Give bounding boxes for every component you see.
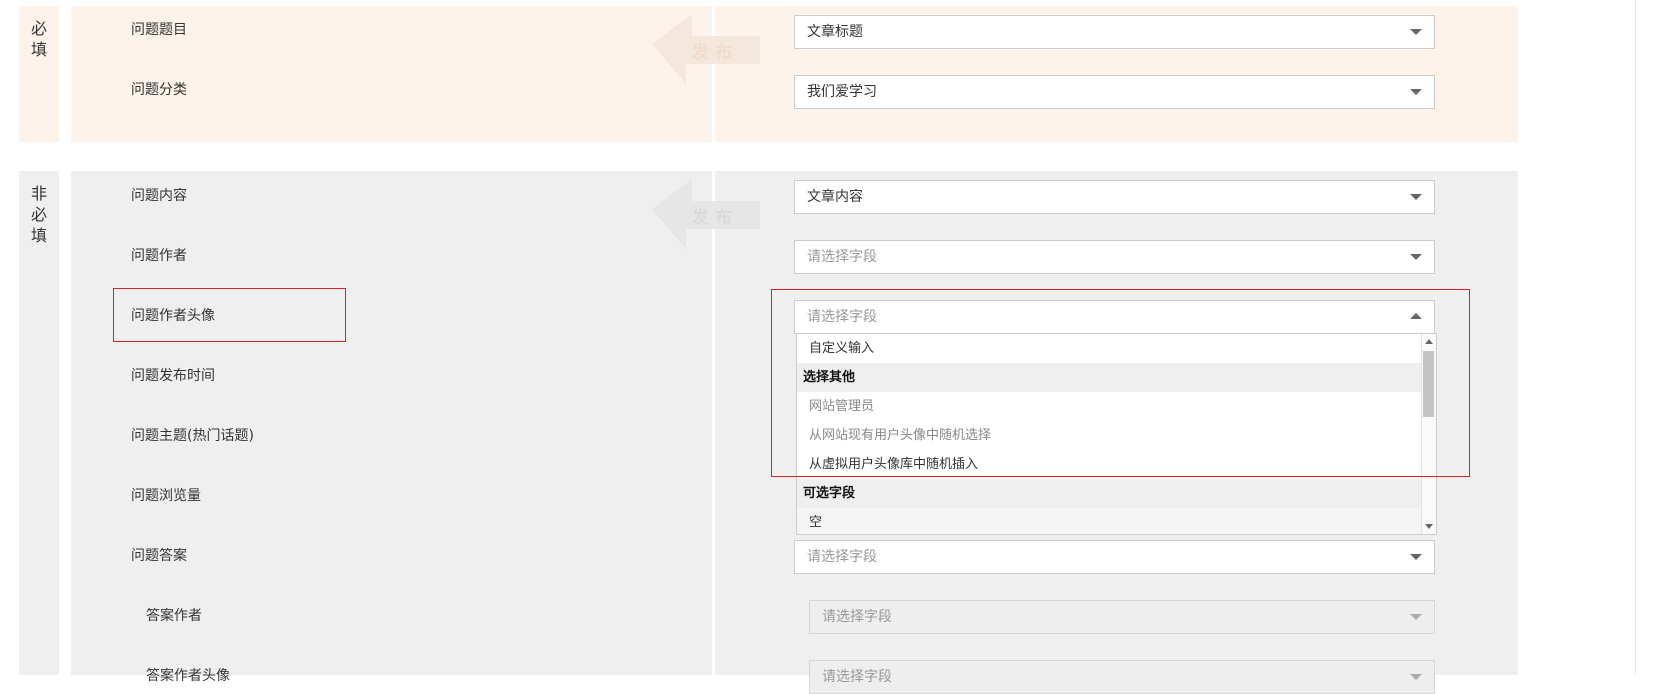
required-section-label: 必 填 bbox=[30, 19, 47, 59]
scroll-down-icon[interactable] bbox=[1425, 524, 1433, 529]
author-label: 问题作者 bbox=[131, 248, 187, 264]
chevron-up-icon bbox=[1410, 313, 1422, 319]
topic-label: 问题主题(热门话题) bbox=[131, 428, 254, 444]
title-select[interactable]: 文章标题 bbox=[794, 15, 1435, 49]
answer-author-select[interactable]: 请选择字段 bbox=[809, 600, 1435, 634]
content-select[interactable]: 文章内容 bbox=[794, 180, 1435, 214]
author-select[interactable]: 请选择字段 bbox=[794, 240, 1435, 274]
author-select-placeholder: 请选择字段 bbox=[807, 249, 877, 265]
chevron-down-icon bbox=[1410, 29, 1422, 35]
scroll-up-icon[interactable] bbox=[1425, 339, 1433, 344]
scrollbar-thumb[interactable] bbox=[1423, 351, 1434, 417]
publish-watermark: 发布 bbox=[652, 179, 762, 259]
author-avatar-label: 问题作者头像 bbox=[131, 308, 215, 324]
publish-time-label: 问题发布时间 bbox=[131, 368, 215, 384]
chevron-down-icon bbox=[1410, 254, 1422, 260]
option-site-admin[interactable]: 网站管理员 bbox=[797, 392, 1421, 421]
publish-watermark: 发布 bbox=[652, 14, 762, 94]
views-label: 问题浏览量 bbox=[131, 488, 201, 504]
optgroup-other: 选择其他 bbox=[797, 363, 1421, 392]
option-random-virtual[interactable]: 从虚拟用户头像库中随机插入 bbox=[797, 450, 1421, 479]
option-random-existing[interactable]: 从网站现有用户头像中随机选择 bbox=[797, 421, 1421, 450]
title-label: 问题题目 bbox=[131, 22, 187, 38]
watermark-text: 发布 bbox=[692, 208, 738, 228]
answer-author-label: 答案作者 bbox=[146, 608, 202, 624]
option-custom-input[interactable]: 自定义输入 bbox=[797, 334, 1421, 363]
optgroup-fields: 可选字段 bbox=[797, 479, 1421, 508]
answer-author-avatar-select[interactable]: 请选择字段 bbox=[809, 660, 1435, 694]
dropdown-scrollbar[interactable] bbox=[1421, 334, 1436, 534]
title-select-value: 文章标题 bbox=[807, 24, 863, 40]
page-edge-rule bbox=[1635, 0, 1636, 675]
author-avatar-dropdown[interactable]: 自定义输入 选择其他 网站管理员 从网站现有用户头像中随机选择 从虚拟用户头像库… bbox=[796, 333, 1437, 535]
answer-select[interactable]: 请选择字段 bbox=[794, 540, 1435, 574]
option-empty[interactable]: 空 bbox=[797, 508, 1421, 534]
category-label: 问题分类 bbox=[131, 82, 187, 98]
optional-section-label: 非 必 填 bbox=[30, 184, 47, 245]
watermark-text: 发布 bbox=[692, 43, 738, 63]
answer-author-avatar-select-placeholder: 请选择字段 bbox=[822, 669, 892, 685]
answer-label: 问题答案 bbox=[131, 548, 187, 564]
chevron-down-icon bbox=[1410, 194, 1422, 200]
category-select-value: 我们爱学习 bbox=[807, 84, 877, 100]
optional-section-side bbox=[19, 171, 59, 675]
chevron-down-icon bbox=[1410, 554, 1422, 560]
content-label: 问题内容 bbox=[131, 188, 187, 204]
answer-author-select-placeholder: 请选择字段 bbox=[822, 609, 892, 625]
answer-author-avatar-label: 答案作者头像 bbox=[146, 668, 230, 684]
chevron-down-icon bbox=[1410, 614, 1422, 620]
author-avatar-select-placeholder: 请选择字段 bbox=[807, 309, 877, 325]
author-avatar-select[interactable]: 请选择字段 bbox=[794, 300, 1435, 334]
content-select-value: 文章内容 bbox=[807, 189, 863, 205]
answer-select-placeholder: 请选择字段 bbox=[807, 549, 877, 565]
category-select[interactable]: 我们爱学习 bbox=[794, 75, 1435, 109]
chevron-down-icon bbox=[1410, 89, 1422, 95]
